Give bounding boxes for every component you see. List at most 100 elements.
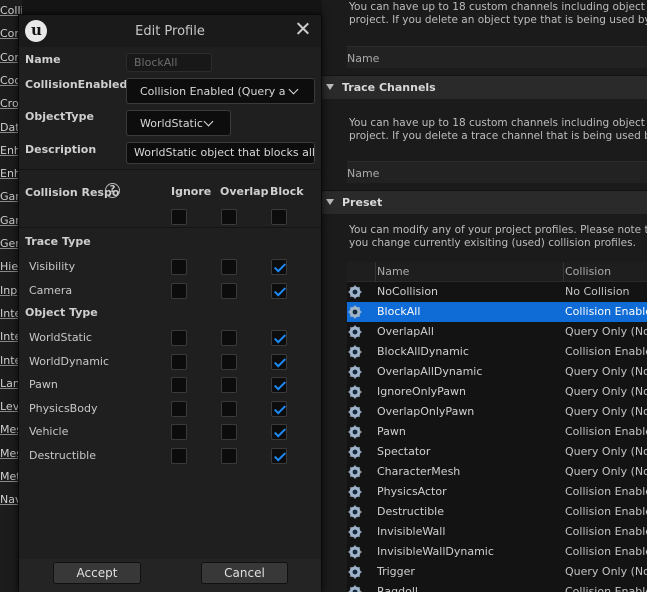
preset-row[interactable]: CharacterMesh Query Only (No P [347, 462, 647, 482]
preset-section[interactable]: Preset [322, 190, 647, 214]
overlap-checkbox[interactable] [221, 447, 237, 464]
preset-row[interactable]: OverlapAllDynamic Query Only (No P [347, 362, 647, 382]
dialog-footer: Accept Cancel [19, 559, 321, 592]
ignore-checkbox[interactable] [171, 282, 187, 299]
all-ignore-checkbox[interactable] [171, 209, 187, 225]
overlap-checkbox[interactable] [221, 424, 237, 440]
preset-description-2: you change currently exisiting (used) co… [349, 237, 636, 249]
help-icon[interactable]: ? [105, 183, 120, 198]
collision-preset-icon [348, 545, 362, 559]
sidebar-item[interactable]: Lev [0, 400, 19, 414]
collision-preset-icon [348, 445, 362, 459]
collision-preset-icon [348, 365, 362, 379]
trace-channels-section[interactable]: Trace Channels [322, 75, 647, 99]
block-checkbox[interactable] [271, 330, 287, 346]
preset-row[interactable]: OverlapOnlyPawn Query Only (No P [347, 402, 647, 422]
overlap-checkbox[interactable] [221, 330, 237, 346]
object-type-dropdown[interactable]: WorldStatic [126, 110, 231, 136]
preset-row[interactable]: BlockAllDynamic Collision Enabled [347, 342, 647, 362]
preset-collision: Query Only (No P [565, 385, 647, 398]
overlap-checkbox[interactable] [221, 377, 237, 393]
response-row-label: PhysicsBody [29, 401, 98, 415]
ignore-checkbox[interactable] [171, 330, 187, 346]
dialog-titlebar[interactable]: Edit Profile [19, 15, 321, 47]
sidebar-item[interactable]: Gar [0, 214, 20, 228]
block-checkbox[interactable] [271, 353, 287, 370]
preset-name: InvisibleWallDynamic [377, 545, 494, 558]
sidebar-item[interactable]: Lan [0, 377, 20, 391]
all-block-checkbox[interactable] [271, 209, 287, 225]
preset-name: BlockAllDynamic [377, 345, 469, 358]
trace-channels-header[interactable]: Name [347, 161, 647, 183]
preset-row[interactable]: InvisibleWallDynamic Collision Enabled [347, 542, 647, 562]
overlap-checkbox[interactable] [221, 400, 237, 417]
sidebar-item[interactable]: Gar [0, 190, 20, 204]
preset-row[interactable]: BlockAll Collision Enabled [347, 302, 647, 322]
ignore-checkbox[interactable] [171, 447, 187, 464]
preset-row[interactable]: Pawn Collision Enabled [347, 422, 647, 442]
preset-name: NoCollision [377, 285, 439, 298]
block-checkbox[interactable] [271, 259, 287, 275]
preset-row[interactable]: Destructible Collision Enabled [347, 502, 647, 522]
ignore-checkbox[interactable] [171, 424, 187, 440]
preset-row[interactable]: PhysicsActor Collision Enabled [347, 482, 647, 502]
preset-row[interactable]: NoCollision No Collision [347, 282, 647, 302]
all-overlap-checkbox[interactable] [221, 209, 237, 225]
cancel-button[interactable]: Cancel [201, 562, 288, 584]
preset-collision-column[interactable]: Collision [565, 265, 611, 278]
sidebar-item[interactable]: Hie [0, 260, 18, 274]
ignore-checkbox[interactable] [171, 377, 187, 393]
sidebar-item[interactable]: Cor [0, 51, 19, 65]
sidebar-item[interactable]: Cor [0, 27, 19, 41]
description-field[interactable]: WorldStatic object that blocks all [126, 142, 315, 164]
preset-name: OverlapAll [377, 325, 434, 338]
chevron-down-icon [288, 84, 299, 95]
object-type-label: ObjectType [25, 110, 94, 123]
preset-row[interactable]: OverlapAll Query Only (No P [347, 322, 647, 342]
preset-name-column[interactable]: Name [377, 265, 409, 278]
name-column-header: Name [347, 52, 380, 65]
block-checkbox[interactable] [271, 377, 287, 393]
preset-collision: Collision Enabled [565, 485, 647, 498]
preset-name: Pawn [377, 425, 406, 438]
accept-button[interactable]: Accept [53, 562, 141, 584]
ignore-checkbox[interactable] [171, 400, 187, 417]
ignore-checkbox[interactable] [171, 259, 187, 275]
preset-row[interactable]: Spectator Query Only (No P [347, 442, 647, 462]
block-column-header: Block [270, 185, 304, 198]
preset-name: IgnoreOnlyPawn [377, 385, 467, 398]
preset-table: Name Collision NoCollision No Collision Bl… [347, 262, 647, 592]
column-separator [563, 262, 564, 282]
preset-name: Trigger [377, 565, 415, 578]
block-checkbox[interactable] [271, 282, 287, 299]
trace-channels-description: You can have up to 18 custom channels in… [349, 117, 647, 129]
sidebar-item[interactable]: Inp [0, 284, 17, 298]
preset-row[interactable]: Trigger Query Only (No P [347, 562, 647, 582]
preset-row[interactable]: InvisibleWall Collision Enabled [347, 522, 647, 542]
preset-row[interactable]: IgnoreOnlyPawn Query Only (No P [347, 382, 647, 402]
column-separator [375, 262, 376, 282]
response-row-label: Camera [29, 283, 73, 297]
preset-title: Preset [342, 196, 383, 209]
object-channels-header[interactable]: Name [347, 46, 647, 68]
preset-name: OverlapOnlyPawn [377, 405, 475, 418]
overlap-checkbox[interactable] [221, 282, 237, 299]
sidebar-item[interactable]: Ger [0, 237, 20, 251]
preset-collision: Query Only (No P [565, 365, 647, 378]
ignore-checkbox[interactable] [171, 353, 187, 370]
divider [19, 227, 321, 228]
name-field[interactable]: BlockAll [126, 53, 212, 72]
block-checkbox[interactable] [271, 424, 287, 440]
preset-name: CharacterMesh [377, 465, 461, 478]
block-checkbox[interactable] [271, 400, 287, 417]
close-icon[interactable] [293, 19, 313, 39]
block-checkbox[interactable] [271, 447, 287, 464]
overlap-checkbox[interactable] [221, 259, 237, 275]
overlap-checkbox[interactable] [221, 353, 237, 370]
preset-row[interactable]: Ragdoll Collision Enabled [347, 582, 647, 592]
sidebar-item[interactable]: Dat [0, 121, 20, 135]
collision-enabled-dropdown[interactable]: Collision Enabled (Query and [126, 78, 315, 104]
sidebar-item[interactable]: Cro [0, 97, 19, 111]
preset-collision: Query Only (No P [565, 445, 647, 458]
preset-collision: Query Only (No P [565, 405, 647, 418]
